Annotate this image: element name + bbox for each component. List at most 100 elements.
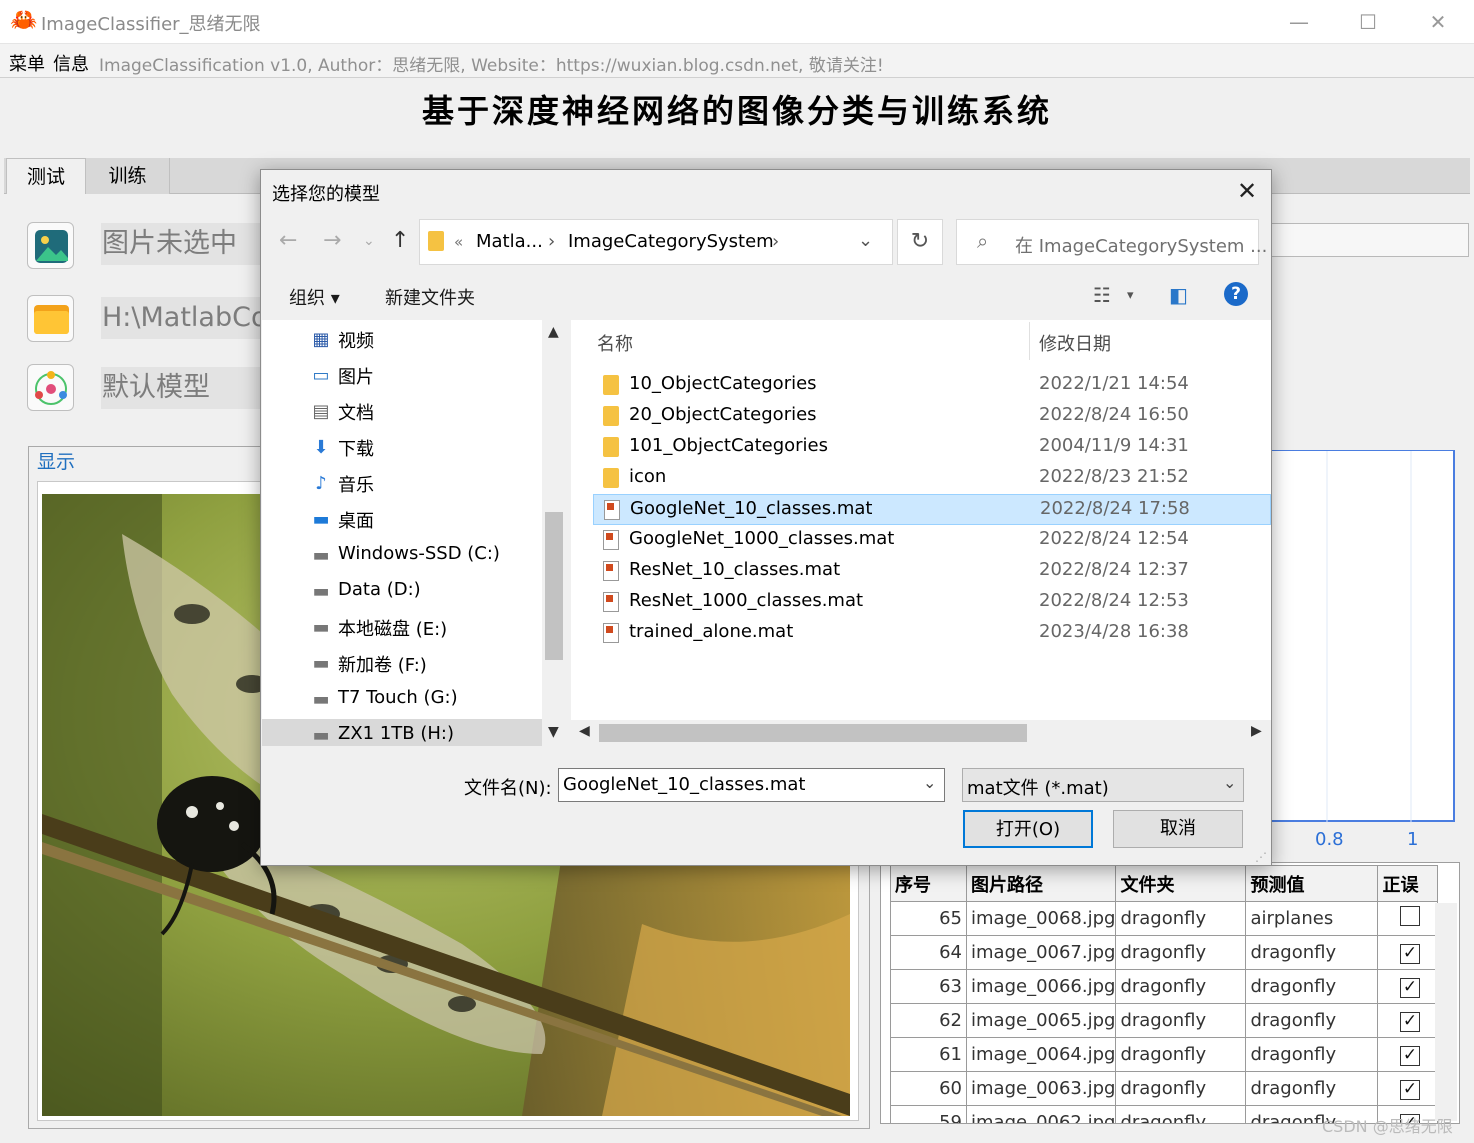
col-header-path[interactable]: 图片路径 xyxy=(965,865,1117,902)
filename-dropdown-icon[interactable]: ⌄ xyxy=(923,773,936,792)
checked-checkbox-icon[interactable]: ✓ xyxy=(1399,977,1420,998)
help-icon[interactable]: ? xyxy=(1224,282,1248,306)
cell-index: 63 xyxy=(890,969,967,1004)
file-row[interactable]: 101_ObjectCategories 2004/11/9 14:31 xyxy=(593,432,1271,463)
file-modified-date: 2022/8/24 12:37 xyxy=(1039,559,1189,580)
file-row[interactable]: GoogleNet_1000_classes.mat 2022/8/24 12:5… xyxy=(593,525,1271,556)
nav-item[interactable]: ▬ T7 Touch (G:) xyxy=(262,683,542,717)
scroll-left-icon[interactable]: ◀ xyxy=(579,723,590,739)
select-model-button[interactable] xyxy=(27,364,74,411)
recent-dropdown-icon[interactable]: ⌄ xyxy=(363,233,375,249)
right-info-panel xyxy=(1271,223,1469,257)
dialog-close-icon[interactable]: ✕ xyxy=(1231,175,1263,207)
col-header-index[interactable]: 序号 xyxy=(890,865,967,902)
picture-icon: ▭ xyxy=(312,365,330,386)
address-dropdown-icon[interactable]: ⌄ xyxy=(858,230,873,251)
menu-info[interactable]: 信息 xyxy=(53,50,89,76)
nav-item[interactable]: ▬ Windows-SSD (C:) xyxy=(262,539,542,573)
file-row[interactable]: GoogleNet_10_classes.mat 2022/8/24 17:58 xyxy=(593,494,1271,525)
overflow-chevron-icon[interactable]: « xyxy=(454,233,463,251)
nav-item[interactable]: ▬ Data (D:) xyxy=(262,575,542,609)
checked-checkbox-icon[interactable]: ✓ xyxy=(1399,1079,1420,1100)
open-button[interactable]: 打开(O) xyxy=(963,810,1093,848)
view-options-icon[interactable]: ☷ xyxy=(1093,283,1111,307)
nav-item[interactable]: ▬ ZX1 1TB (H:) xyxy=(262,719,542,746)
checked-checkbox-icon[interactable]: ✓ xyxy=(1399,1045,1420,1066)
nav-item[interactable]: ▦ 视频 xyxy=(262,323,542,357)
cell-index: 60 xyxy=(890,1071,967,1106)
breadcrumb-imagecategorysystem[interactable]: ImageCategorySystem xyxy=(568,231,774,252)
table-row[interactable]: 65 image_0068.jpg dragonfly airplanes xyxy=(890,901,1439,936)
file-row[interactable]: 20_ObjectCategories 2022/8/24 16:50 xyxy=(593,401,1271,432)
col-header-folder[interactable]: 文件夹 xyxy=(1115,865,1247,902)
file-modified-date: 2022/8/24 12:54 xyxy=(1039,528,1189,549)
table-row[interactable]: 62 image_0065.jpg dragonfly dragonfly ✓ xyxy=(890,1003,1439,1038)
nav-item-label: T7 Touch (G:) xyxy=(338,687,458,708)
select-image-button[interactable] xyxy=(27,222,74,269)
file-row[interactable]: ResNet_10_classes.mat 2022/8/24 12:37 xyxy=(593,556,1271,587)
column-divider[interactable] xyxy=(1029,322,1030,360)
file-horizontal-scrollbar[interactable]: ◀ ▶ xyxy=(571,720,1271,746)
select-folder-button[interactable] xyxy=(27,295,74,342)
nav-item[interactable]: ⬇ 下载 xyxy=(262,431,542,465)
file-scroll-thumb[interactable] xyxy=(599,724,1027,742)
tab-test[interactable]: 测试 xyxy=(6,158,86,194)
tab-train[interactable]: 训练 xyxy=(86,158,170,194)
resize-grip-icon[interactable]: ⋰ xyxy=(1255,850,1267,864)
menu-main[interactable]: 菜单 xyxy=(9,50,45,76)
forward-arrow-icon[interactable]: → xyxy=(323,228,341,253)
nav-item[interactable]: ▭ 图片 xyxy=(262,359,542,393)
minimize-button[interactable]: — xyxy=(1279,8,1319,36)
up-arrow-icon[interactable]: ↑ xyxy=(391,228,409,253)
checked-checkbox-icon[interactable]: ✓ xyxy=(1399,943,1420,964)
file-name: GoogleNet_1000_classes.mat xyxy=(629,528,895,549)
col-header-prediction[interactable]: 预测值 xyxy=(1245,865,1379,902)
column-date-header[interactable]: 修改日期 xyxy=(1039,330,1111,356)
table-row[interactable]: 61 image_0064.jpg dragonfly dragonfly ✓ xyxy=(890,1037,1439,1072)
nav-item[interactable]: ▤ 文档 xyxy=(262,395,542,429)
scroll-right-icon[interactable]: ▶ xyxy=(1251,723,1262,739)
cell-correct: ✓ xyxy=(1377,935,1439,970)
cell-image-path: image_0065.jpg xyxy=(965,1003,1117,1038)
cancel-button[interactable]: 取消 xyxy=(1113,810,1243,848)
table-scrollbar[interactable] xyxy=(1435,903,1457,1121)
filetype-select[interactable]: mat文件 (*.mat) xyxy=(962,768,1244,802)
search-input[interactable]: ⌕ 在 ImageCategorySystem ... xyxy=(956,219,1267,265)
breadcrumb-matlab[interactable]: Matla... xyxy=(476,231,543,252)
checked-checkbox-icon[interactable]: ✓ xyxy=(1399,1011,1420,1032)
back-arrow-icon[interactable]: ← xyxy=(279,228,297,253)
preview-pane-icon[interactable]: ◧ xyxy=(1169,283,1188,307)
file-modified-date: 2022/8/24 17:58 xyxy=(1040,498,1190,519)
nav-item-label: 视频 xyxy=(338,331,374,352)
address-bar[interactable]: « Matla... › ImageCategorySystem › ⌄ xyxy=(419,219,893,265)
table-row[interactable]: 64 image_0067.jpg dragonfly dragonfly ✓ xyxy=(890,935,1439,970)
nav-item[interactable]: ▬ 桌面 xyxy=(262,503,542,537)
col-header-correct[interactable]: 正误 xyxy=(1377,865,1439,902)
maximize-button[interactable]: ☐ xyxy=(1348,8,1388,36)
nav-item[interactable]: ♪ 音乐 xyxy=(262,467,542,501)
mat-file-icon xyxy=(603,592,619,612)
close-button[interactable]: ✕ xyxy=(1418,8,1458,36)
display-panel-label: 显示 xyxy=(35,447,78,474)
nav-scroll-thumb[interactable] xyxy=(545,512,563,660)
file-row[interactable]: ResNet_1000_classes.mat 2022/8/24 12:53 xyxy=(593,587,1271,618)
file-row[interactable]: icon 2022/8/23 21:52 xyxy=(593,463,1271,494)
nav-scrollbar[interactable]: ▲ ▼ xyxy=(542,320,566,746)
refresh-button[interactable]: ↻ xyxy=(897,219,943,265)
filename-input[interactable]: GoogleNet_10_classes.mat xyxy=(558,768,945,802)
filetype-dropdown-icon[interactable]: ⌄ xyxy=(1223,773,1236,792)
table-row[interactable]: 60 image_0063.jpg dragonfly dragonfly ✓ xyxy=(890,1071,1439,1106)
file-row[interactable]: 10_ObjectCategories 2022/1/21 14:54 xyxy=(593,370,1271,401)
table-row[interactable]: 63 image_0066.jpg dragonfly dragonfly ✓ xyxy=(890,969,1439,1004)
cell-image-path: image_0063.jpg xyxy=(965,1071,1117,1106)
unchecked-checkbox-icon[interactable] xyxy=(1399,906,1420,926)
nav-item[interactable]: ▬ 新加卷 (F:) xyxy=(262,647,542,681)
column-name-header[interactable]: 名称 xyxy=(597,330,633,356)
file-row[interactable]: trained_alone.mat 2023/4/28 16:38 xyxy=(593,618,1271,649)
organize-menu[interactable]: 组织 ▾ xyxy=(289,284,340,310)
nav-item[interactable]: ▬ 本地磁盘 (E:) xyxy=(262,611,542,645)
scroll-up-icon[interactable]: ▲ xyxy=(548,324,559,340)
scroll-down-icon[interactable]: ▼ xyxy=(548,724,559,740)
new-folder-button[interactable]: 新建文件夹 xyxy=(385,284,475,310)
view-dropdown-icon[interactable]: ▾ xyxy=(1127,288,1134,303)
